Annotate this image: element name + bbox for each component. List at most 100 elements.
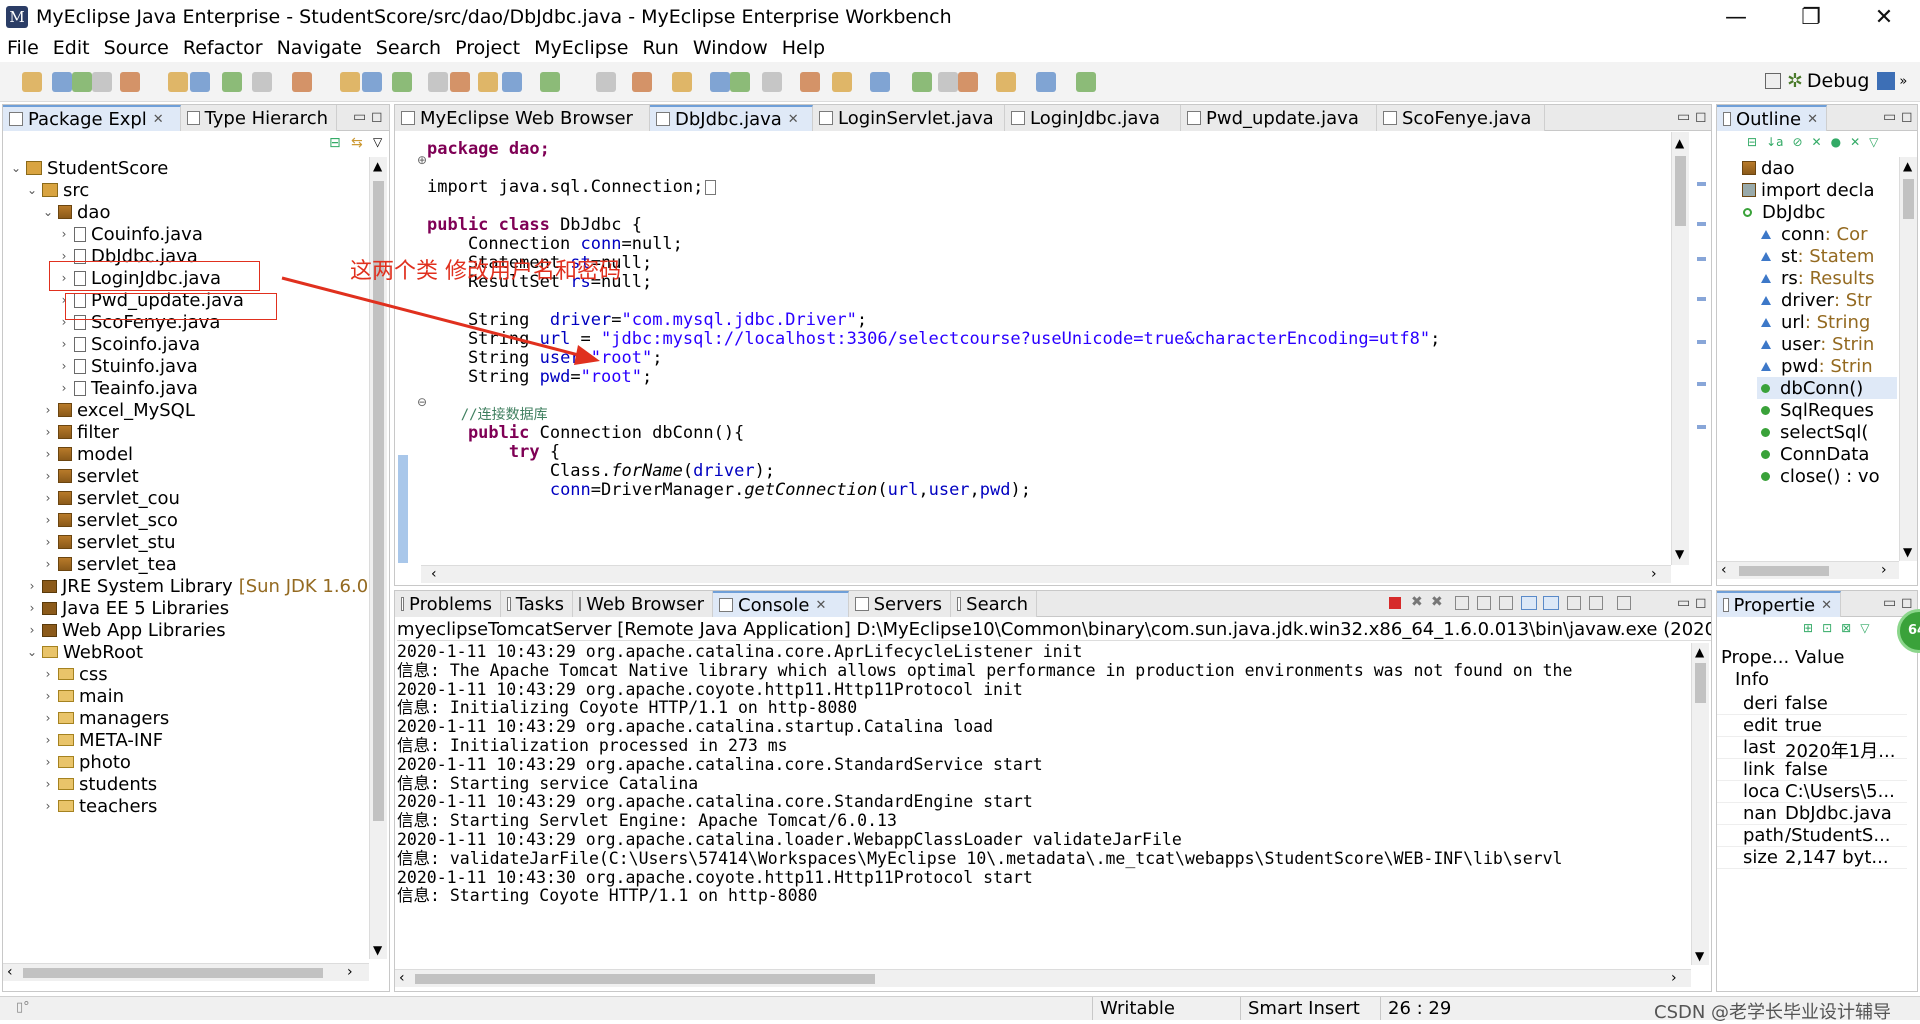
tab-loginjdbc-java[interactable]: LoginJdbc.java — [1005, 105, 1181, 131]
ruler-marker[interactable] — [1697, 340, 1706, 344]
minimize-view-icon[interactable]: ▭ — [1677, 109, 1690, 125]
property-row[interactable]: size 2,147 byt... — [1717, 847, 1907, 869]
tree-item[interactable]: › JRE System Library [Sun JDK 1.6.0_ — [25, 575, 367, 597]
expand-arrow-icon[interactable]: › — [41, 469, 55, 483]
hide-nonpublic-icon[interactable]: ● — [1831, 135, 1841, 153]
show-stdout-icon[interactable] — [1521, 596, 1537, 610]
tree-item[interactable]: › Web App Libraries — [25, 619, 226, 641]
scroll-left-icon[interactable]: ‹ — [399, 970, 405, 986]
new-interface-icon[interactable] — [362, 72, 382, 92]
outline-horizontal-scrollbar[interactable]: ‹ › — [1717, 561, 1899, 579]
run-external-icon[interactable] — [540, 72, 560, 92]
more-perspectives-icon[interactable]: » — [1899, 74, 1907, 89]
property-row[interactable]: path/StudentS... — [1717, 825, 1907, 847]
maximize-view-icon[interactable]: ◻ — [1901, 595, 1913, 611]
scroll-right-icon[interactable]: › — [1651, 566, 1657, 582]
deploy-icon[interactable] — [222, 72, 242, 92]
show-whitespace-icon[interactable] — [938, 72, 958, 92]
new-package-icon[interactable] — [340, 72, 360, 92]
ruler-marker[interactable] — [1697, 382, 1706, 386]
scroll-down-icon[interactable]: ▼ — [1903, 545, 1912, 559]
folded-imports-icon[interactable] — [705, 179, 717, 195]
open-task-icon[interactable] — [190, 72, 210, 92]
outline-hscroll-thumb[interactable] — [1739, 566, 1829, 576]
maximize-view-icon[interactable]: ◻ — [1901, 109, 1913, 125]
tree-item[interactable]: › Couinfo.java — [57, 223, 203, 245]
new-class-icon[interactable] — [292, 72, 312, 92]
java-perspective-icon[interactable] — [1877, 72, 1896, 90]
menu-window[interactable]: Window — [693, 37, 768, 59]
link-with-editor-icon[interactable]: ⇆ — [351, 135, 363, 151]
new-servlet-icon[interactable] — [710, 72, 730, 92]
ant-icon[interactable] — [800, 72, 820, 92]
tab-type-hierarchy[interactable]: Type Hierarch — [181, 105, 337, 131]
tree-item[interactable]: › managers — [41, 707, 170, 729]
sort-icon[interactable]: ↓a — [1766, 135, 1783, 153]
tree-item[interactable]: › META-INF — [41, 729, 163, 751]
tree-item[interactable]: › excel_MySQL — [41, 399, 195, 421]
scroll-down-icon[interactable]: ▼ — [1695, 949, 1704, 963]
menu-file[interactable]: File — [7, 37, 39, 59]
expand-arrow-icon[interactable]: › — [41, 667, 55, 681]
property-row[interactable]: loca C:\Users\5... — [1717, 781, 1907, 803]
terminate-icon[interactable] — [1389, 597, 1401, 609]
tab-tasks[interactable]: Tasks — [501, 591, 573, 617]
search-icon[interactable] — [392, 72, 412, 92]
tree-item[interactable]: ⌄ dao — [41, 201, 111, 223]
tree-item[interactable]: › servlet — [41, 465, 139, 487]
outline-item[interactable]: close() : vo — [1757, 465, 1880, 487]
display-console-icon[interactable] — [1589, 596, 1603, 610]
tree-item[interactable]: ⌄ src — [25, 179, 89, 201]
expand-arrow-icon[interactable]: › — [57, 359, 71, 373]
debug-perspective-button[interactable]: ✲ Debug » — [1765, 70, 1907, 92]
tree-item[interactable]: › css — [41, 663, 108, 685]
tab-search[interactable]: Search — [951, 591, 1037, 617]
scroll-up-icon[interactable]: ▲ — [373, 159, 382, 173]
tab-loginservlet-java[interactable]: LoginServlet.java — [813, 105, 1005, 131]
collapse-arrow-icon[interactable]: ⌄ — [25, 645, 39, 659]
tab-properties[interactable]: Propertie ✕ — [1717, 591, 1841, 617]
show-advanced-icon[interactable]: ⊡ — [1822, 621, 1832, 635]
restore-default-icon[interactable]: ⊠ — [1841, 621, 1851, 635]
outline-item[interactable]: pwd : Strin — [1757, 355, 1873, 377]
tree-item[interactable]: › servlet_sco — [41, 509, 178, 531]
tab-package-explorer[interactable]: Package Expl ✕ — [3, 105, 181, 131]
scroll-left-icon[interactable]: ‹ — [1721, 562, 1727, 578]
property-row[interactable]: last 2020年1月... — [1717, 737, 1907, 762]
outline-item[interactable]: DbJdbc — [1739, 201, 1825, 223]
tab-outline[interactable]: Outline ✕ — [1717, 105, 1827, 131]
scroll-right-icon[interactable]: › — [1671, 970, 1677, 986]
property-row[interactable]: nan DbJdbc.java — [1717, 803, 1907, 825]
expand-arrow-icon[interactable]: › — [41, 733, 55, 747]
outline-item[interactable]: conn : Cor — [1757, 223, 1868, 245]
editor-horizontal-scrollbar[interactable]: ‹ › — [421, 565, 1671, 583]
menu-source[interactable]: Source — [104, 37, 169, 59]
maximize-view-icon[interactable]: ◻ — [1695, 109, 1707, 125]
scroll-right-icon[interactable]: › — [1881, 562, 1887, 578]
scroll-down-icon[interactable]: ▼ — [1675, 547, 1684, 561]
close-tab-icon[interactable]: ✕ — [788, 112, 799, 127]
collapse-all-icon[interactable]: ⊟ — [329, 135, 341, 151]
close-tab-icon[interactable]: ✕ — [815, 598, 826, 613]
menu-help[interactable]: Help — [782, 37, 825, 59]
value-column-header[interactable]: Value — [1795, 647, 1844, 668]
ruler-marker[interactable] — [1697, 297, 1706, 301]
scroll-lock-icon[interactable] — [1455, 596, 1469, 610]
tree-item[interactable]: › servlet_cou — [41, 487, 180, 509]
ruler-marker[interactable] — [1697, 182, 1706, 186]
expand-arrow-icon[interactable]: › — [25, 601, 39, 615]
outline-item[interactable]: dbConn() — [1757, 377, 1897, 399]
ruler-marker[interactable] — [1697, 425, 1706, 429]
tree-item[interactable]: ⌄ WebRoot — [25, 641, 143, 663]
minimize-view-icon[interactable]: ▭ — [353, 109, 366, 125]
property-row[interactable]: edit true — [1717, 715, 1907, 737]
menu-myeclipse[interactable]: MyEclipse — [534, 37, 628, 59]
expand-arrow-icon[interactable]: › — [41, 535, 55, 549]
minimize-button[interactable]: — — [1700, 0, 1772, 34]
outline-item[interactable]: SqlReques — [1757, 399, 1874, 421]
tree-item[interactable]: › Scoinfo.java — [57, 333, 201, 355]
expand-arrow-icon[interactable]: › — [41, 689, 55, 703]
tab-web-browser[interactable]: Web Browser — [573, 591, 713, 617]
menu-edit[interactable]: Edit — [53, 37, 90, 59]
profile-icon[interactable] — [632, 72, 652, 92]
